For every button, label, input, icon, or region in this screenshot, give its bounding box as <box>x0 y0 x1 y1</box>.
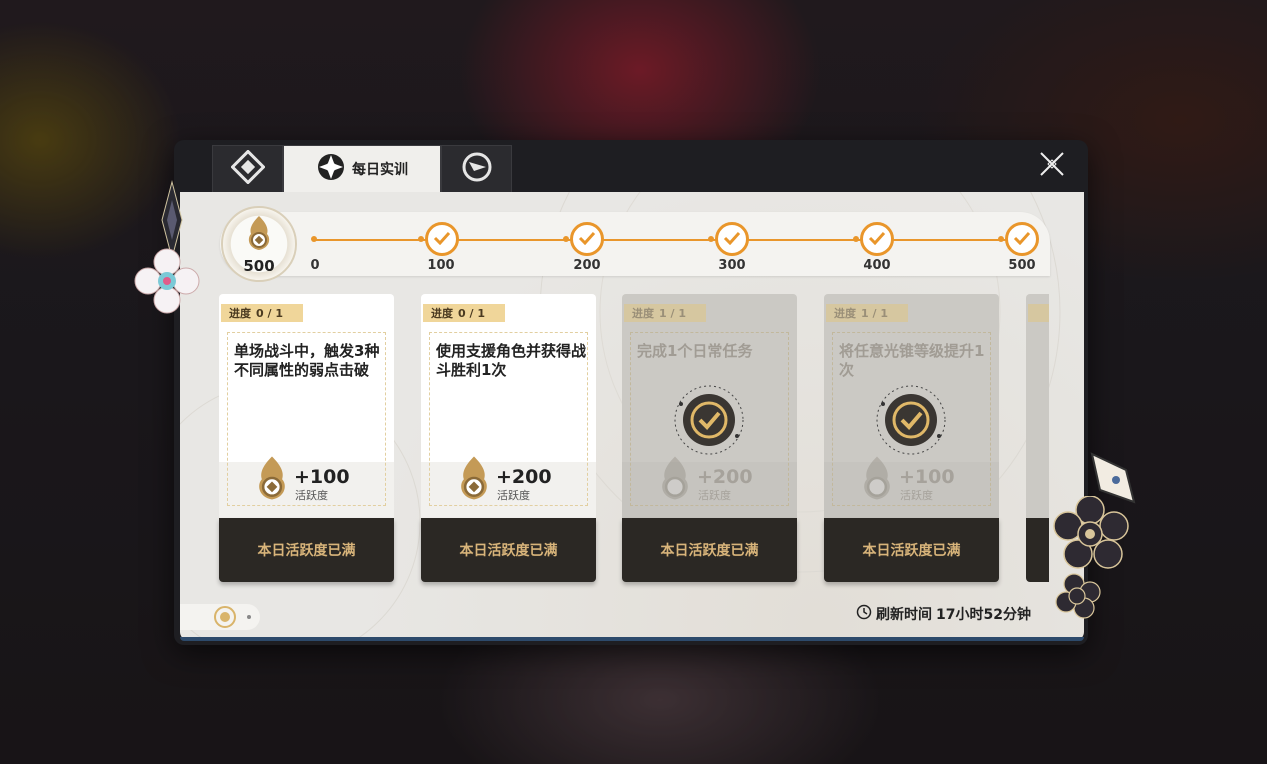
activity-progress-track <box>220 212 1050 276</box>
mascot-indicator[interactable] <box>180 604 260 630</box>
diamond-emblem-icon <box>229 149 266 188</box>
reward-value: +100 <box>294 466 350 488</box>
activity-total-value: 500 <box>243 257 275 275</box>
milestone-dot <box>853 236 859 242</box>
card-footer-status: 本日活跃度已满 <box>622 518 797 582</box>
task-description: 将任意光锥等级提升1次 <box>839 342 985 379</box>
progress-tag-value: 0 / 1 <box>256 306 283 320</box>
milestone-label: 300 <box>718 258 746 273</box>
task-card-body: 进度 0 / 1 单场战斗中，触发3种不同属性的弱点击破 +100 活跃度 <box>219 294 394 518</box>
checkmark-icon <box>433 230 451 249</box>
task-description: 完成1个日常任务 <box>637 342 753 360</box>
card-footer-status <box>1026 518 1049 582</box>
task-card-body: 进度 1 / 1 完成1个日常任务 +200 活跃度 <box>622 294 797 518</box>
flower-ornament-icon <box>134 248 200 318</box>
progress-tag-value: 1 / 1 <box>659 306 686 320</box>
progress-tag-label: 进度 <box>431 307 453 320</box>
milestone-dot <box>563 236 569 242</box>
flame-coin-icon <box>245 214 273 256</box>
progress-tag: 进度 0 / 1 <box>423 304 505 322</box>
task-card-completed[interactable]: 进度 1 / 1 将任意光锥等级提升1次 +100 活跃度 本日活跃度已满 <box>824 294 999 584</box>
task-card-body: 进度 1 / 1 将任意光锥等级提升1次 +100 活跃度 <box>824 294 999 518</box>
refresh-label: 刷新时间 <box>876 607 932 623</box>
milestone-400[interactable] <box>860 222 894 256</box>
mascot-icon <box>212 605 238 633</box>
reward-value: +100 <box>899 466 955 488</box>
reward-value: +200 <box>697 466 753 488</box>
flame-coin-icon <box>456 454 492 502</box>
task-card-completed[interactable]: 进度 1 / 1 完成1个日常任务 +200 活跃度 本日活跃度已满 <box>622 294 797 584</box>
dot-icon <box>247 615 251 619</box>
close-icon <box>1038 150 1066 182</box>
checkmark-icon <box>1013 230 1031 249</box>
progress-tag-value: 0 / 1 <box>458 306 485 320</box>
milestone-dot <box>311 236 317 242</box>
milestone-500[interactable] <box>1005 222 1039 256</box>
tab-bar: 每日实训 <box>212 145 512 192</box>
flame-coin-icon <box>254 454 290 502</box>
task-card[interactable]: 进度 0 / 1 使用支援角色并获得战斗胜利1次 +200 活跃度 本日活跃度已… <box>421 294 596 584</box>
refresh-value: 17小时52分钟 <box>936 607 1031 623</box>
daily-training-icon <box>316 152 346 186</box>
flame-coin-icon <box>859 454 895 502</box>
task-card-partial[interactable] <box>1026 294 1049 584</box>
milestone-200[interactable] <box>570 222 604 256</box>
milestone-label: 100 <box>427 258 455 273</box>
milestone-dot <box>418 236 424 242</box>
reward-label: 活跃度 <box>698 489 731 502</box>
reward-label: 活跃度 <box>900 489 933 502</box>
task-card-body: 进度 0 / 1 使用支援角色并获得战斗胜利1次 +200 活跃度 <box>421 294 596 518</box>
task-description: 使用支援角色并获得战斗胜利1次 <box>436 342 587 379</box>
milestone-label: 0 <box>310 258 320 273</box>
reward-label: 活跃度 <box>497 489 530 502</box>
tab-daily-training[interactable]: 每日实训 <box>283 145 441 192</box>
card-footer-status: 本日活跃度已满 <box>421 518 596 582</box>
close-button[interactable] <box>1036 150 1068 182</box>
tab-daily-training-label: 每日实训 <box>352 162 408 178</box>
panel-bottom-edge <box>180 637 1084 641</box>
progress-tag-label: 进度 <box>834 307 856 320</box>
milestone-300[interactable] <box>715 222 749 256</box>
tab-diamond[interactable] <box>212 145 283 192</box>
milestone-dot <box>998 236 1004 242</box>
clock-icon <box>856 604 872 624</box>
progress-tag-label: 进度 <box>632 307 654 320</box>
milestone-100[interactable] <box>425 222 459 256</box>
task-card[interactable]: 进度 0 / 1 单场战斗中，触发3种不同属性的弱点击破 +100 活跃度 本日… <box>219 294 394 584</box>
card-footer-status: 本日活跃度已满 <box>219 518 394 582</box>
reward-label: 活跃度 <box>295 489 328 502</box>
completed-check-icon <box>875 384 947 456</box>
milestone-label: 200 <box>573 258 601 273</box>
reward-value: +200 <box>496 466 552 488</box>
progress-tag-label: 进度 <box>229 307 251 320</box>
progress-tag: 进度 0 / 1 <box>221 304 303 322</box>
tab-compass[interactable] <box>441 145 512 192</box>
progress-tag: 进度 1 / 1 <box>624 304 706 322</box>
completed-check-icon <box>673 384 745 456</box>
milestone-label: 500 <box>1008 258 1036 273</box>
card-footer-status: 本日活跃度已满 <box>824 518 999 582</box>
checkmark-icon <box>868 230 886 249</box>
progress-tag <box>1028 304 1049 322</box>
compass-emblem-icon <box>460 150 494 188</box>
milestone-dot <box>708 236 714 242</box>
task-card-body <box>1026 294 1049 518</box>
flame-coin-icon <box>657 454 693 502</box>
progress-tag-value: 1 / 1 <box>861 306 888 320</box>
task-description: 单场战斗中，触发3种不同属性的弱点击破 <box>234 342 380 379</box>
milestone-label: 400 <box>863 258 891 273</box>
checkmark-icon <box>723 230 741 249</box>
dark-flower-ornament-icon <box>1052 495 1144 624</box>
refresh-timer: 刷新时间 17小时52分钟 <box>856 604 1031 624</box>
progress-tag: 进度 1 / 1 <box>826 304 908 322</box>
checkmark-icon <box>578 230 596 249</box>
